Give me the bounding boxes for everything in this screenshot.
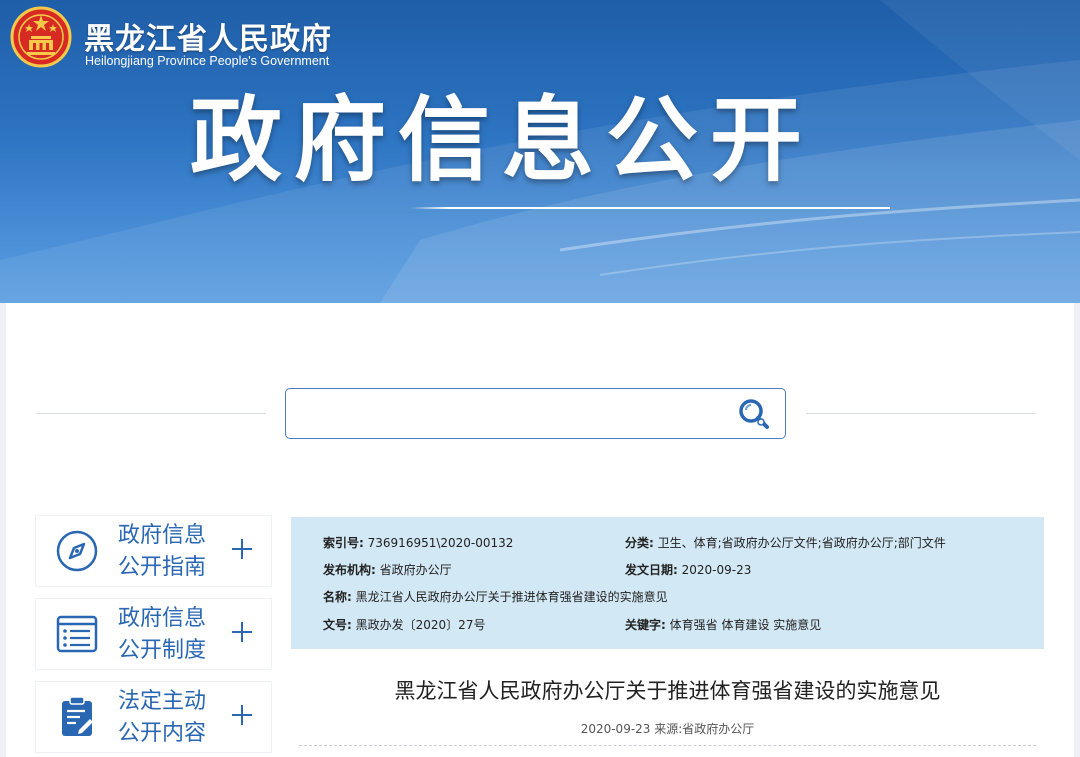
meta-docno-value: 黑政办发〔2020〕27号 <box>355 618 486 632</box>
sidebar-item-mandatory-content[interactable]: 法定主动 公开内容 <box>36 682 271 752</box>
search-input[interactable] <box>296 397 716 431</box>
meta-name-value: 黑龙江省人民政府办公厅关于推进体育强省建设的实施意见 <box>355 590 668 604</box>
site-name-chinese: 黑龙江省人民政府 <box>84 22 332 57</box>
clipboard-icon <box>62 696 93 736</box>
meta-date-label: 发文日期: <box>625 563 678 577</box>
document-metadata: 索引号: 736916951\2020-00132 分类: 卫生、体育;省政府办… <box>291 517 1044 649</box>
sidebar-label-line2: 公开制度 <box>118 638 207 663</box>
meta-publisher-value: 省政府办公厅 <box>379 563 452 577</box>
sidebar-item-disclosure-system[interactable]: 政府信息 公开制度 <box>36 599 271 669</box>
search-area <box>36 388 1036 440</box>
meta-index-value: 736916951\2020-00132 <box>367 536 514 550</box>
meta-index-label: 索引号: <box>323 536 364 550</box>
expand-plus-icon[interactable] <box>232 622 252 642</box>
meta-name: 名称: 黑龙江省人民政府办公厅关于推进体育强省建设的实施意见 <box>323 589 668 605</box>
sidebar-label-line2: 公开内容 <box>118 721 207 746</box>
article-date-source: 2020-09-23 来源:省政府办公厅 <box>580 722 755 736</box>
page-title: 政府信息公开 <box>190 87 815 194</box>
meta-category-value: 卫生、体育;省政府办公厅文件;省政府办公厅;部门文件 <box>657 536 946 550</box>
sidebar-item-label: 法定主动 公开内容 <box>118 686 228 750</box>
sidebar-item-label: 政府信息 公开制度 <box>118 603 228 667</box>
meta-date: 发文日期: 2020-09-23 <box>625 562 751 578</box>
search-button[interactable] <box>734 395 774 433</box>
site-name-english: Heilongjiang Province People's Governmen… <box>85 54 330 68</box>
sidebar-label-line1: 法定主动 <box>118 689 207 714</box>
meta-date-value: 2020-09-23 <box>681 563 752 577</box>
sidebar-label-line1: 政府信息 <box>118 606 207 631</box>
article-title: 黑龙江省人民政府办公厅关于推进体育强省建设的实施意见 <box>394 679 941 703</box>
sidebar-item-disclosure-guide[interactable]: 政府信息 公开指南 <box>36 516 271 586</box>
meta-name-label: 名称: <box>323 590 352 604</box>
banner-divider <box>410 207 890 209</box>
list-icon <box>56 615 98 653</box>
meta-category: 分类: 卫生、体育;省政府办公厅文件;省政府办公厅;部门文件 <box>625 535 946 551</box>
search-divider-right <box>806 413 1036 414</box>
meta-category-label: 分类: <box>625 536 654 550</box>
meta-docno: 文号: 黑政办发〔2020〕27号 <box>323 617 485 633</box>
meta-keywords-value: 体育强省 体育建设 实施意见 <box>669 618 822 632</box>
national-emblem-icon <box>10 6 72 68</box>
sidebar-label-line1: 政府信息 <box>118 523 207 548</box>
meta-keywords: 关键字: 体育强省 体育建设 实施意见 <box>625 617 821 633</box>
article-header: 黑龙江省人民政府办公厅关于推进体育强省建设的实施意见 2020-09-23 来源… <box>291 649 1044 757</box>
search-divider-left <box>36 413 266 414</box>
meta-index: 索引号: 736916951\2020-00132 <box>323 535 513 551</box>
header-banner: 黑龙江省人民政府 Heilongjiang Province People's … <box>0 0 1080 303</box>
expand-plus-icon[interactable] <box>232 539 252 559</box>
article-divider <box>299 745 1036 746</box>
meta-keywords-label: 关键字: <box>625 618 666 632</box>
sidebar-item-label: 政府信息 公开指南 <box>118 520 228 584</box>
compass-icon <box>56 530 98 572</box>
search-icon <box>739 399 769 429</box>
sidebar-label-line2: 公开指南 <box>118 555 207 580</box>
meta-docno-label: 文号: <box>323 618 352 632</box>
meta-publisher: 发布机构: 省政府办公厅 <box>323 562 452 578</box>
expand-plus-icon[interactable] <box>232 705 252 725</box>
search-box <box>285 388 786 439</box>
meta-publisher-label: 发布机构: <box>323 563 376 577</box>
